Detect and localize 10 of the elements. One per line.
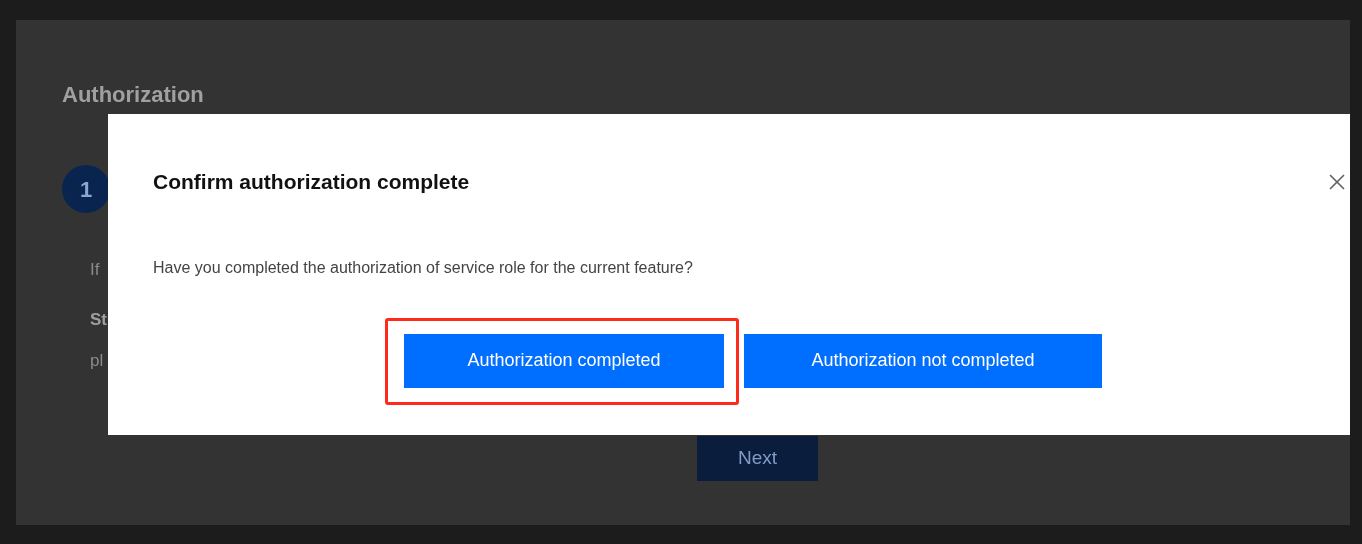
step-number: 1: [62, 165, 110, 213]
body-text: pl: [90, 350, 104, 372]
dialog-button[interactable]: Authorization completed: [404, 333, 724, 388]
dialog-message: Have you completed the authorization of service role for the current feature?: [152, 257, 694, 278]
page-title: Authorization: [62, 81, 204, 109]
next-button[interactable]: Next: [697, 436, 818, 481]
dialog-title: Confirm authorization complete: [153, 169, 470, 195]
dialog-button[interactable]: Authorization not completed: [744, 333, 1102, 388]
body-text: If: [90, 259, 100, 281]
section-heading: St: [90, 309, 107, 331]
